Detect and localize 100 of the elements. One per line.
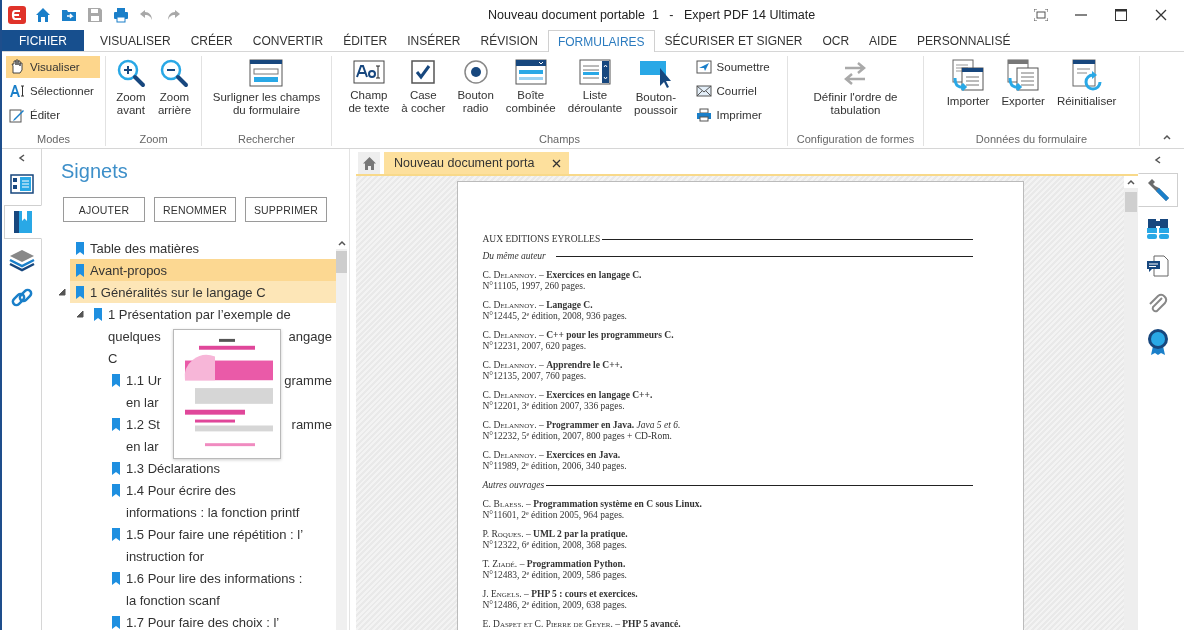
- ribbon-button[interactable]: Imprimer: [692, 104, 776, 126]
- ribbon-button[interactable]: Boîte combinée: [500, 56, 561, 117]
- bookmark-icon: [112, 461, 120, 475]
- bookmark-label[interactable]: Avant-propos: [90, 262, 168, 278]
- panel-button[interactable]: AJOUTER: [63, 197, 145, 222]
- scrollbar[interactable]: [336, 237, 347, 630]
- group-label: Rechercher: [238, 132, 295, 146]
- bookmark-label[interactable]: 1.5 Pour faire une répétition : l’: [126, 526, 304, 542]
- scrollbar-thumb[interactable]: [336, 251, 347, 273]
- ribbon-button[interactable]: Bouton radio: [452, 56, 499, 117]
- ribbon-button[interactable]: Surligner les champs du formulaire: [207, 56, 326, 119]
- comment-icon: [1146, 254, 1170, 278]
- bookmark-icon: [94, 307, 102, 321]
- scrollbar[interactable]: [1124, 176, 1138, 630]
- bookmark-label[interactable]: C: [108, 350, 118, 366]
- bookmark-label[interactable]: instruction for: [126, 548, 205, 564]
- home-tab[interactable]: [358, 152, 380, 174]
- book-title: C. Delannoy. – Langage C.: [482, 300, 594, 311]
- menu-tab[interactable]: OCR: [812, 30, 860, 51]
- menu-tab[interactable]: FORMULAIRES: [547, 30, 655, 52]
- book-title: C. Delannoy. – Exercices en langage C.: [482, 270, 643, 281]
- ribbon-button[interactable]: Définir l'ordre de tabulation: [808, 56, 903, 119]
- highlight-fields-icon: [249, 58, 284, 88]
- bookmark-label[interactable]: 1.3 Déclarations: [126, 460, 220, 476]
- menu-tab[interactable]: AIDE: [859, 30, 908, 51]
- menu-tab[interactable]: SÉCURISER ET SIGNER: [654, 30, 813, 51]
- app-logo-icon: [8, 6, 26, 24]
- ribbon-button[interactable]: Liste déroulante: [562, 56, 628, 117]
- bookmark-label[interactable]: 1 Généralités sur le langage C: [90, 284, 266, 300]
- ribbon-button[interactable]: Importer: [941, 56, 995, 110]
- bookmark-label[interactable]: 1.4 Pour écrire des: [126, 482, 236, 498]
- edit-icon: [9, 107, 25, 123]
- export-icon: [1006, 58, 1041, 92]
- file-menu-button[interactable]: FICHIER: [2, 30, 84, 51]
- bookmark-label[interactable]: quelques: [108, 328, 161, 344]
- bookmark-icon: [112, 527, 120, 541]
- group-label: Données du formulaire: [975, 132, 1088, 146]
- menu-tab[interactable]: VISUALISER: [90, 30, 181, 51]
- bookmark-row[interactable]: Avant-propos: [70, 259, 336, 281]
- ribbon-button[interactable]: Éditer: [6, 104, 100, 126]
- book-details: N°12322, 6$^{e}$ édition, 2008, 368 pages.: [482, 540, 628, 551]
- fullscreen-icon: [1034, 9, 1048, 21]
- home-icon: [35, 7, 51, 23]
- group-label: Modes: [37, 132, 70, 146]
- radio-button-icon: [461, 58, 490, 86]
- text-field-icon: [352, 58, 385, 86]
- bookmark-icon: [112, 615, 120, 629]
- close-icon: [1155, 9, 1167, 21]
- book-title: T. Ziadé. – Programmation Python.: [482, 559, 627, 570]
- page-heading: AUX EDITIONS EYROLLES: [482, 234, 601, 244]
- bookmark-label[interactable]: 1.2 St: [126, 416, 160, 432]
- menu-tab[interactable]: CRÉER: [180, 30, 243, 51]
- collapse-panel-icon: [1153, 155, 1163, 165]
- bookmark-label[interactable]: gramme: [284, 372, 332, 388]
- list-box-icon: [578, 58, 611, 86]
- ribbon-button[interactable]: Soumettre: [692, 56, 776, 78]
- ribbon-button[interactable]: Zoom avant: [110, 56, 151, 119]
- menu-tab[interactable]: PERSONNALISÉ: [907, 30, 1021, 51]
- panel-button[interactable]: RENOMMER: [154, 197, 236, 222]
- document-tab[interactable]: Nouveau document porta: [384, 152, 570, 174]
- book-details: N°11989, 2$^{e}$ édition, 2006, 340 pages.: [482, 461, 628, 472]
- zoom-in-icon: [115, 58, 146, 88]
- ribbon-button[interactable]: Sélectionner: [6, 80, 100, 102]
- collapse-panel-icon: [16, 153, 27, 163]
- bookmark-label[interactable]: informations : la fonction printf: [126, 504, 300, 520]
- hand-icon: [9, 59, 25, 75]
- menu-tab[interactable]: CONVERTIR: [242, 30, 334, 51]
- bookmark-label[interactable]: 1.7 Pour faire des choix : l’: [126, 614, 280, 630]
- bookmark-label[interactable]: la fonction scanf: [126, 592, 220, 608]
- ribbon-button[interactable]: Visualiser: [6, 56, 100, 78]
- ribbon-button[interactable]: Exporter: [996, 56, 1050, 110]
- book-details: N°12232, 5$^{e}$ édition, 2007, 800 pages + CD-Rom.: [482, 431, 673, 442]
- bookmark-label[interactable]: en lar: [126, 438, 159, 454]
- zoom-out-icon: [159, 58, 190, 88]
- bookmark-label[interactable]: 1.1 Ur: [126, 372, 162, 388]
- ribbon-button[interactable]: Bouton- poussoir: [629, 56, 683, 119]
- expanded-caret-icon: [75, 310, 84, 318]
- group-label: Zoom: [139, 132, 168, 146]
- ribbon-button[interactable]: Zoom arrière: [152, 56, 197, 119]
- close-icon: [552, 158, 562, 168]
- ribbon-button[interactable]: Champ de texte: [343, 56, 395, 117]
- ribbon-button[interactable]: Courriel: [692, 80, 776, 102]
- layers-icon: [8, 248, 35, 272]
- badge-icon: [1147, 328, 1169, 356]
- ribbon-button[interactable]: Case à cocher: [396, 56, 451, 117]
- bookmark-label[interactable]: 1 Présentation par l’exemple de: [108, 306, 291, 322]
- panel-button[interactable]: SUPPRIMER: [245, 197, 327, 222]
- mail-icon: [695, 83, 712, 99]
- menu-tab[interactable]: ÉDITER: [333, 30, 398, 51]
- bookmark-label[interactable]: ramme: [291, 416, 332, 432]
- combo-box-icon: [514, 58, 547, 86]
- ribbon-button[interactable]: Réinitialiser: [1051, 56, 1122, 110]
- folder-icon: [61, 7, 77, 23]
- bookmark-label[interactable]: en lar: [126, 394, 159, 410]
- bookmark-label[interactable]: Table des matières: [90, 240, 200, 256]
- scrollbar-thumb[interactable]: [1125, 192, 1137, 212]
- menu-tab[interactable]: INSÉRER: [397, 30, 471, 51]
- bookmark-label[interactable]: angage: [288, 328, 332, 344]
- bookmark-label[interactable]: 1.6 Pour lire des informations :: [126, 570, 303, 586]
- menu-tab[interactable]: RÉVISION: [470, 30, 548, 51]
